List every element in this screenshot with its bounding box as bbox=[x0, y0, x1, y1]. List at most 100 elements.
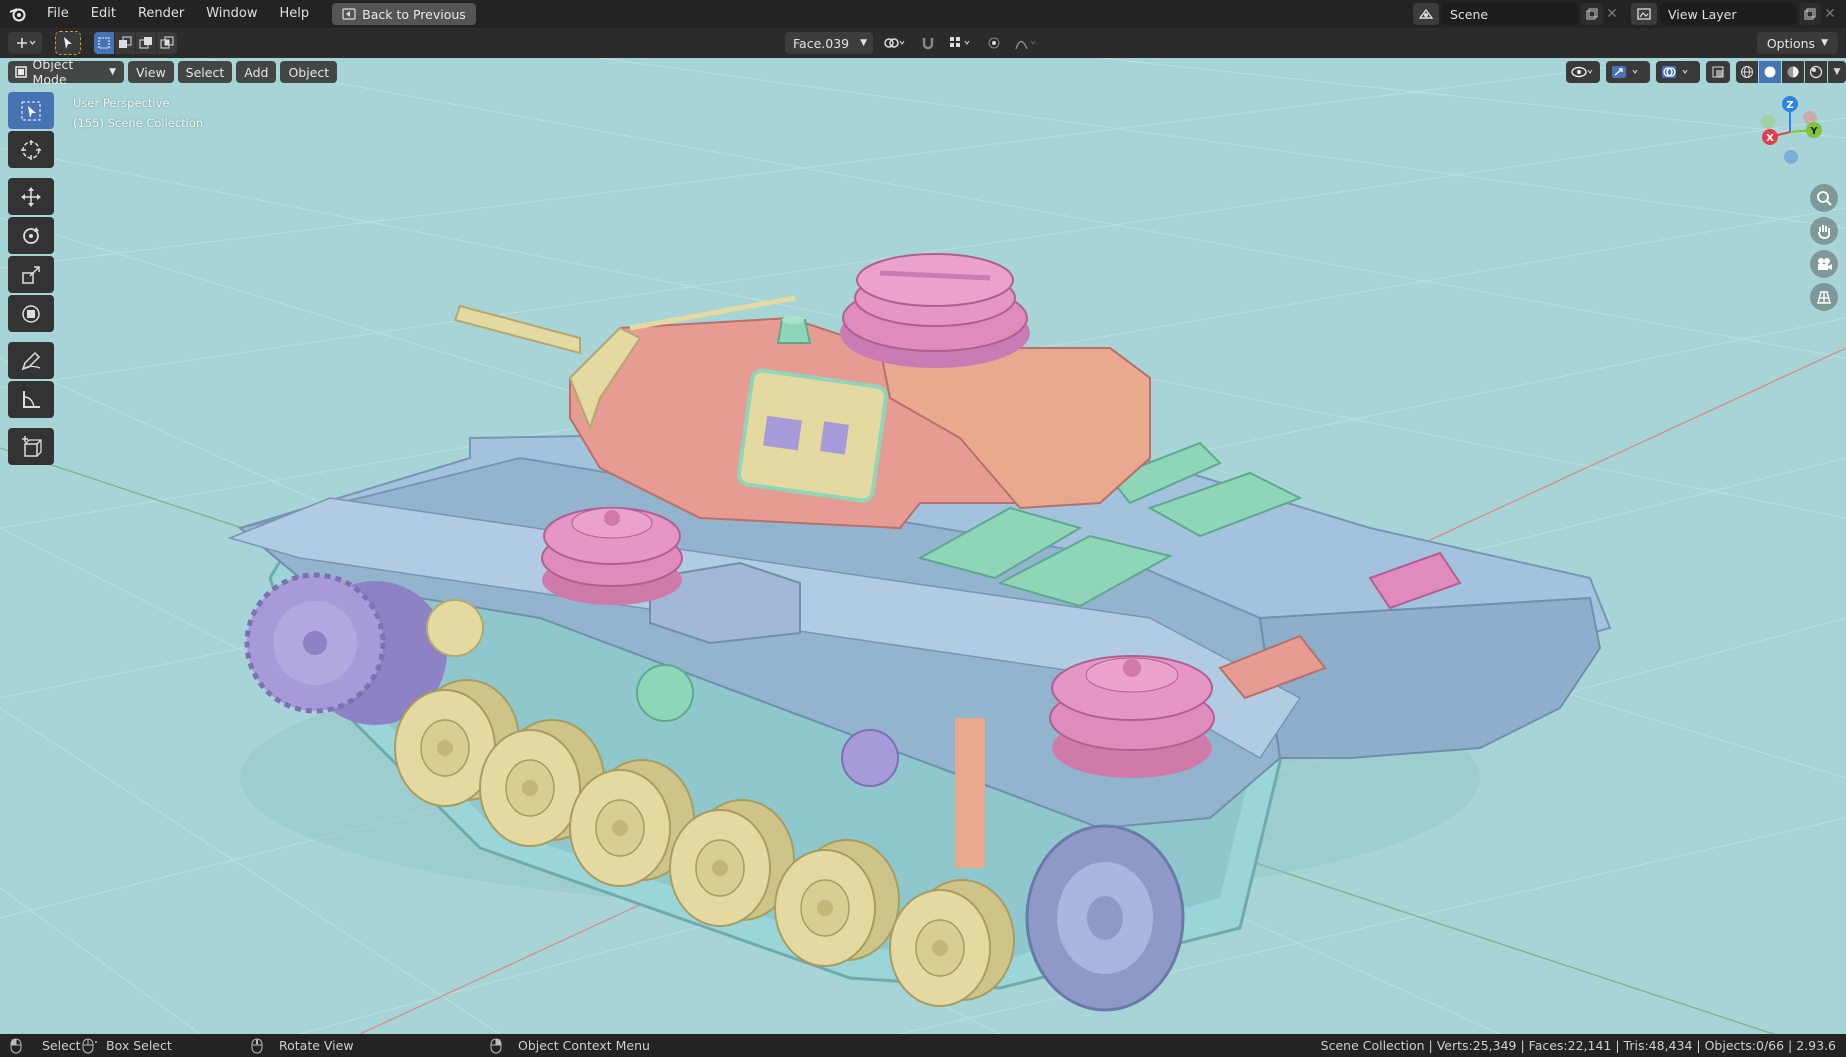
top-menu-bar: File Edit Render Window Help Back to Pre… bbox=[0, 0, 1846, 28]
snap-toggle-button[interactable] bbox=[916, 32, 940, 54]
status-rotate-view: Rotate View bbox=[251, 1034, 354, 1057]
spare-wheel-left[interactable] bbox=[541, 507, 683, 605]
shading-rendered-button[interactable] bbox=[1805, 61, 1827, 83]
snap-target-button[interactable] bbox=[946, 32, 976, 54]
scene-name: Scene bbox=[1450, 6, 1489, 22]
tool-rotate[interactable] bbox=[8, 217, 54, 254]
object-mode-icon bbox=[15, 66, 27, 78]
3d-viewport[interactable]: Object Mode ▼ View Select Add Object Use… bbox=[0, 58, 1846, 1034]
suspension-strut bbox=[955, 718, 985, 868]
idler-wheel[interactable] bbox=[1025, 824, 1185, 1012]
turret-side-hatch[interactable] bbox=[736, 368, 888, 503]
camera-view-button[interactable] bbox=[1810, 250, 1838, 278]
tool-measure[interactable] bbox=[8, 381, 54, 418]
status-bar: Select Box Select Rotate View Object Con… bbox=[0, 1034, 1846, 1057]
tool-scale[interactable] bbox=[8, 256, 54, 293]
back-to-previous-button[interactable]: Back to Previous bbox=[332, 3, 476, 25]
remove-scene-icon[interactable]: ✕ bbox=[1603, 6, 1621, 22]
pan-button[interactable] bbox=[1810, 217, 1838, 245]
select-mode-new[interactable] bbox=[94, 32, 114, 54]
active-tool-button[interactable] bbox=[55, 31, 81, 55]
tool-add-cube[interactable] bbox=[8, 428, 54, 465]
tool-cursor[interactable] bbox=[8, 131, 54, 168]
mouse-left-icon bbox=[10, 1038, 22, 1053]
remove-view-layer-icon[interactable]: ✕ bbox=[1821, 6, 1839, 22]
options-label: Options bbox=[1766, 35, 1816, 51]
tool-transform[interactable] bbox=[8, 295, 54, 332]
gizmo-neg-y[interactable] bbox=[1761, 115, 1775, 129]
select-mode-intersect[interactable] bbox=[157, 32, 177, 54]
selection-mode-group bbox=[94, 32, 177, 54]
magnet-icon bbox=[922, 38, 934, 50]
collection-label: (155) Scene Collection bbox=[73, 116, 204, 130]
zoom-magnifier-icon bbox=[1817, 191, 1832, 206]
new-scene-button[interactable] bbox=[1581, 3, 1603, 25]
wireframe-sphere-icon bbox=[1741, 66, 1753, 78]
eye-icon bbox=[1571, 66, 1593, 78]
gizmo-z-label: Z bbox=[1786, 100, 1793, 111]
options-button[interactable]: Options ▼ bbox=[1756, 32, 1838, 54]
xray-toggle-button[interactable] bbox=[1706, 61, 1730, 83]
menu-object[interactable]: Object bbox=[280, 61, 338, 83]
active-face-field[interactable]: Face.039 ▼ bbox=[785, 32, 873, 54]
select-mode-extend[interactable] bbox=[115, 32, 135, 54]
select-extend-icon bbox=[119, 36, 132, 48]
select-mode-subtract[interactable] bbox=[136, 32, 156, 54]
view-layer-selector: View Layer ✕ bbox=[1631, 3, 1839, 25]
shading-solid-button[interactable] bbox=[1759, 61, 1781, 83]
gizmo-neg-z[interactable] bbox=[1784, 150, 1798, 164]
navigation-gizmo[interactable]: Z Y X bbox=[1750, 92, 1830, 172]
viewport-scene[interactable] bbox=[0, 58, 1846, 1034]
menu-view[interactable]: View bbox=[128, 61, 174, 83]
hand-icon bbox=[1818, 225, 1831, 239]
gizmo-button[interactable] bbox=[1606, 61, 1650, 83]
blender-logo-icon[interactable] bbox=[0, 0, 36, 28]
menu-add[interactable]: Add bbox=[236, 61, 277, 83]
falloff-button[interactable] bbox=[1012, 32, 1042, 54]
camera-icon bbox=[1818, 258, 1832, 270]
spare-wheel-right[interactable] bbox=[1049, 655, 1215, 778]
viewport-shading-header: ▼ bbox=[1566, 61, 1846, 83]
main-gun-barrel[interactable] bbox=[453, 304, 581, 355]
object-mode-dropdown[interactable]: Object Mode ▼ bbox=[8, 58, 124, 87]
new-view-layer-button[interactable] bbox=[1799, 3, 1821, 25]
scene-name-field[interactable]: Scene bbox=[1442, 3, 1578, 25]
shading-options-button[interactable]: ▼ bbox=[1828, 61, 1846, 83]
overlays-button[interactable] bbox=[1656, 61, 1700, 83]
tank-model[interactable] bbox=[227, 253, 1612, 1012]
transform-options-group bbox=[880, 32, 1042, 54]
zoom-button[interactable] bbox=[1810, 184, 1838, 212]
menu-edit[interactable]: Edit bbox=[80, 0, 127, 28]
proportional-edit-button[interactable] bbox=[982, 32, 1006, 54]
perspective-toggle-button[interactable] bbox=[1810, 283, 1838, 311]
tool-annotate[interactable] bbox=[8, 342, 54, 379]
add-cube-icon bbox=[22, 435, 42, 457]
status-select: Select bbox=[10, 1034, 81, 1057]
shading-material-button[interactable] bbox=[1782, 61, 1804, 83]
menu-help[interactable]: Help bbox=[269, 0, 321, 28]
menu-file[interactable]: File bbox=[36, 0, 80, 28]
view-layer-name-field[interactable]: View Layer bbox=[1660, 3, 1796, 25]
editor-type-button[interactable] bbox=[8, 32, 42, 54]
pivot-point-button[interactable] bbox=[880, 32, 910, 54]
editor-type-icon bbox=[17, 38, 36, 48]
scene-type-button[interactable] bbox=[1413, 3, 1439, 25]
shading-wireframe-button[interactable] bbox=[1736, 61, 1758, 83]
menu-select[interactable]: Select bbox=[177, 61, 233, 83]
tool-select-box[interactable] bbox=[8, 92, 54, 129]
pencil-icon bbox=[21, 351, 41, 370]
status-box-select: Box Select bbox=[82, 1034, 172, 1057]
select-intersect-icon bbox=[160, 36, 174, 49]
return-roller-2 bbox=[636, 664, 694, 722]
view-layer-type-button[interactable] bbox=[1631, 3, 1657, 25]
status-box-select-label: Box Select bbox=[106, 1038, 172, 1053]
tool-move[interactable] bbox=[8, 178, 54, 215]
toolbar-gap bbox=[8, 420, 54, 426]
back-screen-icon bbox=[342, 8, 356, 20]
hull-front-right[interactable] bbox=[1258, 596, 1602, 759]
back-to-previous-label: Back to Previous bbox=[362, 6, 466, 22]
visibility-button[interactable] bbox=[1566, 61, 1600, 83]
cursor-arrow-icon bbox=[64, 37, 72, 49]
menu-window[interactable]: Window bbox=[195, 0, 268, 28]
menu-render[interactable]: Render bbox=[127, 0, 195, 28]
